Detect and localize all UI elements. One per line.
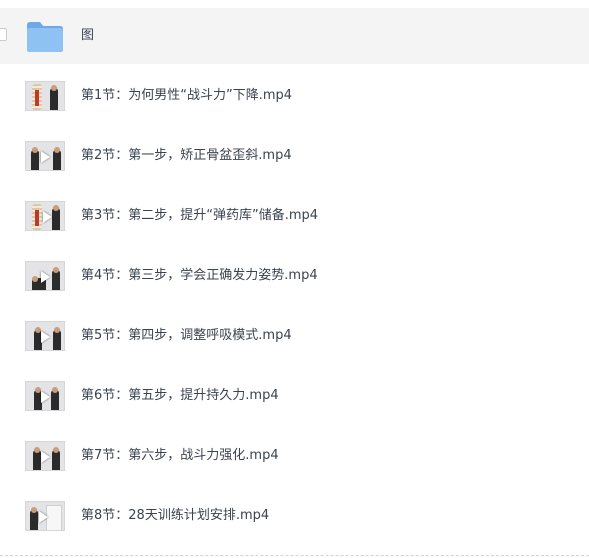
file-row[interactable]: 第4节：第三步，学会正确发力姿势.mp4: [0, 248, 589, 304]
folder-name: 图: [81, 28, 95, 43]
play-icon: [41, 151, 50, 163]
folder-row[interactable]: 图: [0, 8, 589, 64]
file-row[interactable]: 第5节：第四步，调整呼吸模式.mp4: [0, 308, 589, 364]
select-checkbox[interactable]: [0, 28, 7, 41]
file-name: 第6节：第五步，提升持久力.mp4: [81, 388, 279, 403]
video-thumbnail: [25, 381, 65, 411]
file-name: 第5节：第四步，调整呼吸模式.mp4: [81, 328, 292, 343]
play-icon: [41, 391, 50, 403]
video-thumbnail: [25, 81, 65, 111]
play-icon: [43, 211, 52, 223]
file-row[interactable]: 第2节：第一步，矫正骨盆歪斜.mp4: [0, 128, 589, 184]
file-row[interactable]: 第1节：为何男性“战斗力”下降.mp4: [0, 68, 589, 124]
file-list: 图 第1节：为何男性“战斗力”下降.mp4 第2节：第一步，矫正骨盆歪斜.mp4: [0, 0, 589, 558]
play-icon: [41, 451, 50, 463]
video-thumbnail: [25, 321, 65, 351]
file-name: 第7节：第六步，战斗力强化.mp4: [81, 448, 279, 463]
video-thumbnail: [25, 261, 65, 291]
file-row[interactable]: 第7节：第六步，战斗力强化.mp4: [0, 428, 589, 484]
file-name: 第3节：第二步，提升“弹药库”储备.mp4: [81, 208, 319, 223]
folder-icon: [27, 22, 63, 52]
video-thumbnail: [25, 501, 65, 531]
play-icon: [39, 511, 48, 523]
file-name: 第2节：第一步，矫正骨盆歪斜.mp4: [81, 148, 292, 163]
file-row[interactable]: 第3节：第二步，提升“弹药库”储备.mp4: [0, 188, 589, 244]
play-icon: [41, 271, 50, 283]
file-name: 第8节：28天训练计划安排.mp4: [81, 508, 270, 523]
file-name: 第4节：第三步，学会正确发力姿势.mp4: [81, 268, 318, 283]
video-thumbnail: [25, 201, 65, 231]
play-icon: [41, 331, 50, 343]
file-name: 第1节：为何男性“战斗力”下降.mp4: [81, 88, 293, 103]
list-divider: [0, 555, 589, 556]
file-row[interactable]: 第6节：第五步，提升持久力.mp4: [0, 368, 589, 424]
video-thumbnail: [25, 141, 65, 171]
file-row[interactable]: 第8节：28天训练计划安排.mp4: [0, 488, 589, 544]
video-thumbnail: [25, 441, 65, 471]
